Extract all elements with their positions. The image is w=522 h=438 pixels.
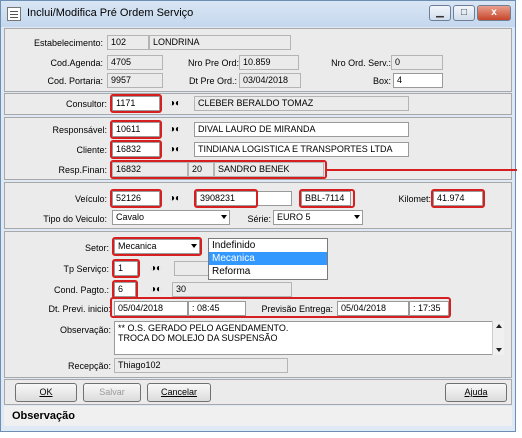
setor-option-indefinido[interactable]: Indefinido xyxy=(209,239,327,252)
chevron-down-icon xyxy=(354,215,360,219)
cliente-label: Cliente: xyxy=(76,145,107,155)
chevron-down-icon xyxy=(221,215,227,219)
responsavel-name-field[interactable]: DIVAL LAURO DE MIRANDA xyxy=(194,122,409,137)
window-title: Inclui/Modifica Pré Ordem Serviço xyxy=(27,7,194,19)
estabelecimento-name-field: LONDRINA xyxy=(149,35,291,50)
highlight-dates xyxy=(110,297,451,318)
cod-agenda-field: 4705 xyxy=(107,55,163,70)
highlight-cliente xyxy=(110,140,162,159)
tp-servico-desc-field xyxy=(174,261,210,276)
ajuda-label: Ajuda xyxy=(464,387,488,397)
cod-portaria-label: Cod. Portaria: xyxy=(47,76,103,86)
consultor-name-field: CLEBER BERALDO TOMAZ xyxy=(194,96,409,111)
close-button[interactable]: x xyxy=(477,5,511,21)
nro-pre-ord-label: Nro Pre Ord: xyxy=(187,58,239,68)
binoculars-icon[interactable]: ◑◐ xyxy=(166,142,184,157)
highlight-placa xyxy=(299,189,355,208)
consultor-label: Consultor: xyxy=(65,99,107,109)
setor-label: Setor: xyxy=(84,243,109,253)
dialog-window: Inclui/Modifica Pré Ordem Serviço ▁ □ x … xyxy=(0,0,517,432)
veiculo-label: Veículo: xyxy=(74,194,107,204)
highlight-consultor xyxy=(110,94,162,113)
setor-option-mecanica[interactable]: Mecanica xyxy=(209,252,327,265)
highlight-resp-finan xyxy=(110,160,327,179)
responsavel-label: Responsável: xyxy=(52,125,107,135)
kilomet-label: Kilomet: xyxy=(398,194,431,204)
tipo-veiculo-select[interactable]: Cavalo xyxy=(112,210,230,225)
nro-pre-ord-field: 10.859 xyxy=(239,55,299,70)
setor-option-reforma[interactable]: Reforma xyxy=(209,265,327,278)
estabelecimento-code-field: 102 xyxy=(107,35,149,50)
cond-pagto-desc-field: 30 xyxy=(172,282,292,297)
box-field[interactable]: 4 xyxy=(393,73,443,88)
ok-label: OK xyxy=(39,387,53,397)
estabelecimento-label: Estabelecimento: xyxy=(33,38,103,48)
cod-portaria-field: 9957 xyxy=(107,73,163,88)
scroll-up-icon xyxy=(496,324,502,328)
observacao-scrollbar[interactable] xyxy=(492,321,504,355)
scroll-down-icon xyxy=(496,348,502,352)
tipo-veiculo-value: Cavalo xyxy=(116,212,145,222)
serie-label: Série: xyxy=(247,214,271,224)
button-bar xyxy=(4,379,512,405)
serie-select[interactable]: EURO 5 xyxy=(273,210,363,225)
setor-dropdown-list: Indefinido Mecanica Reforma xyxy=(208,238,328,280)
recepcao-label: Recepção: xyxy=(67,361,111,371)
salvar-label: Salvar xyxy=(99,387,125,397)
maximize-button[interactable]: □ xyxy=(453,5,475,21)
observacao-label: Observação: xyxy=(59,325,111,335)
dt-pre-ord-field: 03/04/2018 xyxy=(239,73,301,88)
recepcao-field: Thiago102 xyxy=(114,358,288,373)
highlight-setor xyxy=(112,237,202,256)
binoculars-icon[interactable]: ◑◐ xyxy=(147,261,165,276)
status-bar: Observação xyxy=(4,406,512,426)
highlight-tp-servico xyxy=(112,259,140,278)
salvar-button[interactable]: Salvar xyxy=(83,383,141,402)
ajuda-button[interactable]: Ajuda xyxy=(445,383,507,402)
serie-value: EURO 5 xyxy=(277,212,311,222)
observacao-textarea[interactable]: ** O.S. GERADO PELO AGENDAMENTO. TROCA D… xyxy=(114,321,504,355)
highlight-responsavel xyxy=(110,120,162,139)
binoculars-icon[interactable]: ◑◐ xyxy=(166,96,184,111)
title-bar: Inclui/Modifica Pré Ordem Serviço ▁ □ x xyxy=(1,1,515,27)
cod-agenda-label: Cod.Agenda: xyxy=(50,58,103,68)
ok-button[interactable]: OK xyxy=(15,383,77,402)
cond-pagto-label: Cond. Pagto.: xyxy=(53,285,109,295)
dt-pre-ord-label: Dt Pre Ord.: xyxy=(188,76,237,86)
resp-finan-label: Resp.Finan: xyxy=(58,165,107,175)
dt-previ-label: Dt. Previ. inicio: xyxy=(48,304,111,314)
cancelar-label: Cancelar xyxy=(160,387,198,397)
highlight-veiculo xyxy=(110,189,162,208)
observacao-line-1: ** O.S. GERADO PELO AGENDAMENTO. xyxy=(118,323,289,333)
annotation-line xyxy=(327,169,517,171)
binoculars-icon[interactable]: ◑◐ xyxy=(147,282,165,297)
tipo-veiculo-label: Tipo do Veiculo: xyxy=(43,214,107,224)
cliente-name-field[interactable]: TINDIANA LOGISTICA E TRANSPORTES LTDA xyxy=(194,142,409,157)
box-label: Box: xyxy=(372,76,391,86)
nro-ord-serv-label: Nro Ord. Serv.: xyxy=(331,58,391,68)
app-icon xyxy=(7,7,21,21)
binoculars-icon[interactable]: ◑◐ xyxy=(166,191,184,206)
tp-servico-label: Tp Serviço: xyxy=(63,264,109,274)
observacao-line-2: TROCA DO MOLEJO DA SUSPENSÃO xyxy=(118,333,278,343)
nro-ord-serv-field: 0 xyxy=(391,55,443,70)
minimize-button[interactable]: ▁ xyxy=(429,5,451,21)
highlight-chassi xyxy=(194,189,258,208)
binoculars-icon[interactable]: ◑◐ xyxy=(166,122,184,137)
cancelar-button[interactable]: Cancelar xyxy=(147,383,211,402)
highlight-kilomet xyxy=(431,189,485,208)
